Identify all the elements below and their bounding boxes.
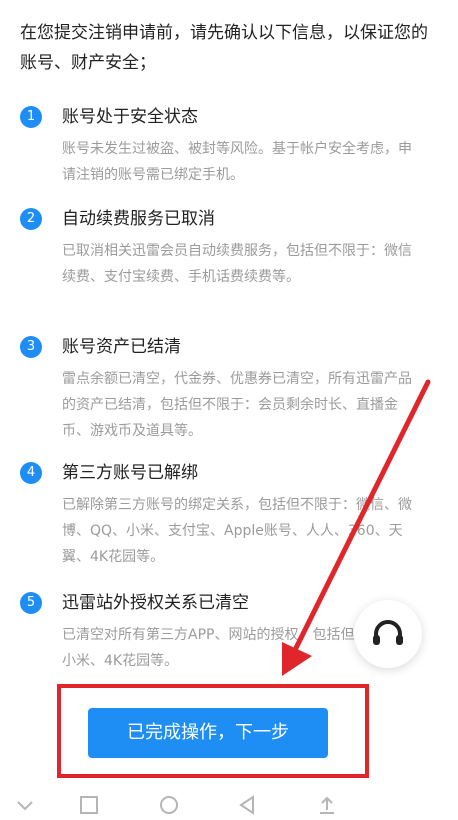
upload-icon[interactable] xyxy=(316,794,338,816)
back-icon[interactable] xyxy=(236,794,258,816)
checklist-item-2: 2 自动续费服务已取消 已取消相关迅雷会员自动续费服务，包括但不限于：微信续费、… xyxy=(20,206,430,290)
headset-icon xyxy=(373,620,403,645)
system-navigation-bar xyxy=(0,790,458,820)
step-number-badge: 5 xyxy=(20,592,42,614)
step-number-badge: 1 xyxy=(20,106,42,128)
customer-service-button[interactable] xyxy=(354,600,422,668)
item-description: 已取消相关迅雷会员自动续费服务，包括但不限于：微信续费、支付宝续费、手机话费续费… xyxy=(62,243,412,285)
intro-text: 在您提交注销申请前，请先确认以下信息，以保证您的账号、财产安全； xyxy=(20,23,428,73)
chevron-down-icon[interactable] xyxy=(14,794,36,816)
checklist-item-1: 1 账号处于安全状态 账号未发生过被盗、被封等风险。基于帐户安全考虑，申请注销的… xyxy=(20,104,430,188)
item-title: 自动续费服务已取消 xyxy=(62,209,215,229)
step-number-badge: 3 xyxy=(20,336,42,358)
step-number-badge: 4 xyxy=(20,462,42,484)
item-title: 账号资产已结清 xyxy=(62,337,181,357)
item-title: 账号处于安全状态 xyxy=(62,107,198,127)
item-description: 已解除第三方账号的绑定关系，包括但不限于：微信、微博、QQ、小米、支付宝、App… xyxy=(62,497,412,565)
item-description: 雷点余额已清空，代金券、优惠券已清空，所有迅雷产品的资产已结清，包括但不限于：会… xyxy=(62,371,412,439)
item-title: 第三方账号已解绑 xyxy=(62,463,198,483)
checklist-item-4: 4 第三方账号已解绑 已解除第三方账号的绑定关系，包括但不限于：微信、微博、QQ… xyxy=(20,460,430,570)
home-icon[interactable] xyxy=(158,794,180,816)
step-number-badge: 2 xyxy=(20,208,42,230)
annotation-highlight-box xyxy=(57,684,369,778)
item-description: 账号未发生过被盗、被封等风险。基于帐户安全考虑，申请注销的账号需已绑定手机。 xyxy=(62,141,412,183)
recent-apps-icon[interactable] xyxy=(78,794,100,816)
checklist-item-3: 3 账号资产已结清 雷点余额已清空，代金券、优惠券已清空，所有迅雷产品的资产已结… xyxy=(20,334,430,444)
